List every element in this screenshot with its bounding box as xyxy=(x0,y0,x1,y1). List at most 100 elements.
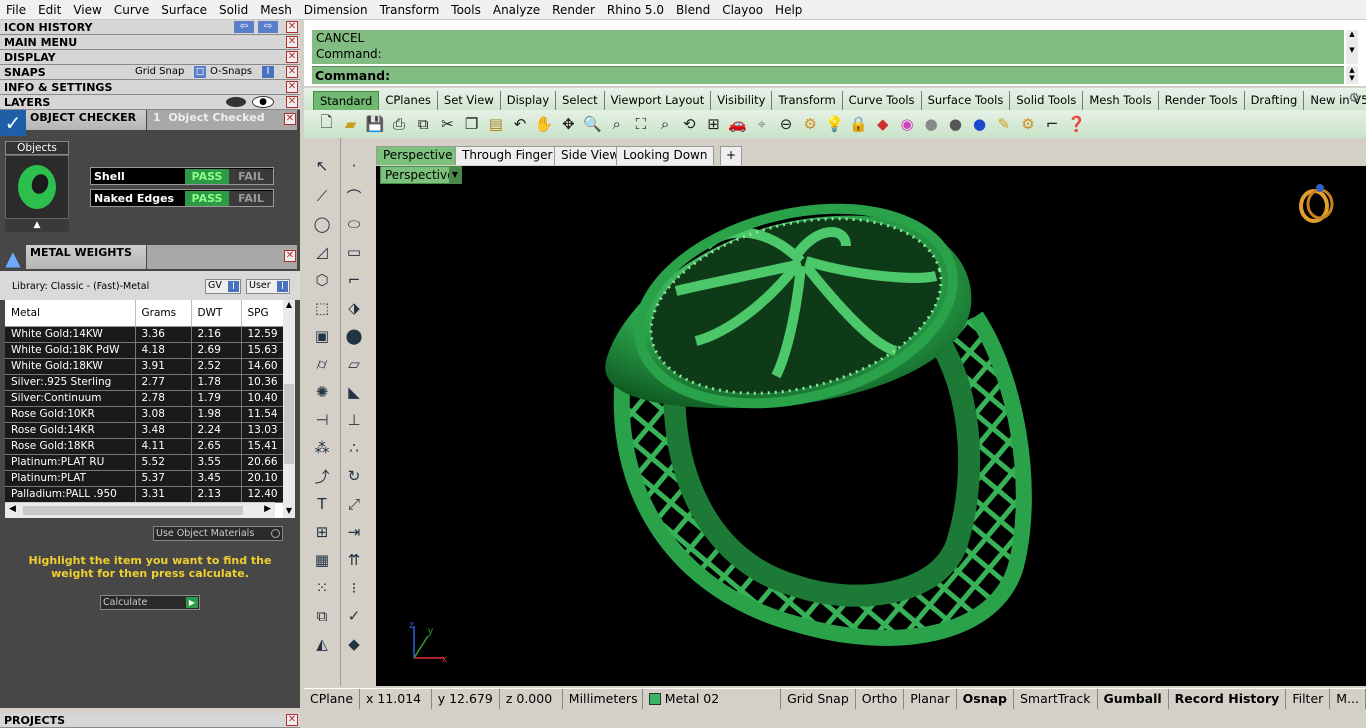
tab-viewport-layout[interactable]: Viewport Layout xyxy=(605,91,712,110)
box-icon[interactable]: ▣ xyxy=(310,324,334,348)
forward-arrow-icon[interactable]: ⇨ xyxy=(258,21,278,33)
layer-indicator[interactable]: Metal 02 xyxy=(643,688,782,709)
menu-view[interactable]: View xyxy=(67,3,107,17)
column-header-grams[interactable]: Grams xyxy=(135,300,192,327)
check-icon[interactable]: ✓ xyxy=(342,604,366,628)
close-icon[interactable]: ✕ xyxy=(286,96,298,108)
table-row[interactable]: Silver:.925 Sterling 2.77 1.78 10.36 xyxy=(5,374,284,391)
section-layers[interactable]: LAYERS ● ✕ xyxy=(0,95,300,110)
viewport-perspective[interactable]: Perspective ▼ x y z xyxy=(376,166,1366,686)
gem-icon[interactable]: ◆ xyxy=(342,632,366,656)
viewport-tab-through-finger[interactable]: Through Finger xyxy=(455,146,560,165)
cplane-indicator[interactable]: CPlane xyxy=(304,688,361,709)
explode-icon[interactable]: ✺ xyxy=(310,380,334,404)
rotate-view-icon[interactable]: ⟲ xyxy=(679,114,700,135)
flow-icon[interactable]: ⁝ xyxy=(342,576,366,600)
layer-off-icon[interactable] xyxy=(226,97,246,107)
polygon-icon[interactable]: ⬡ xyxy=(310,268,334,292)
menu-file[interactable]: File xyxy=(0,3,32,17)
command-spinner[interactable]: ▲ ▼ xyxy=(1346,66,1358,84)
table-hscrollbar[interactable]: ◀ ▶ xyxy=(5,502,275,518)
cylinder-icon[interactable]: ⌭ xyxy=(310,352,334,376)
tab-cplanes[interactable]: CPlanes xyxy=(379,91,438,110)
settings-gear-icon[interactable]: ⚙ xyxy=(1348,91,1360,106)
open-icon[interactable]: ▰ xyxy=(340,114,361,135)
tab-visibility[interactable]: Visibility xyxy=(711,91,773,110)
material-icon[interactable]: ● xyxy=(921,114,942,135)
cut-icon[interactable]: ✂ xyxy=(437,114,458,135)
tab-solid-tools[interactable]: Solid Tools xyxy=(1010,91,1084,110)
curve-icon[interactable]: ⌒ xyxy=(342,184,366,208)
table-row[interactable]: Platinum:PLAT 5.37 3.45 20.10 xyxy=(5,470,284,487)
menu-help[interactable]: Help xyxy=(769,3,808,17)
section-info-settings[interactable]: INFO & SETTINGS ✕ xyxy=(0,80,300,95)
menu-dimension[interactable]: Dimension xyxy=(298,3,374,17)
tab-render-tools[interactable]: Render Tools xyxy=(1159,91,1245,110)
gv-toggle[interactable]: GV I xyxy=(205,279,241,294)
block-icon[interactable]: ▦ xyxy=(310,548,334,572)
text-icon[interactable]: T xyxy=(310,492,334,516)
brush-icon[interactable]: ✎ xyxy=(993,114,1014,135)
menu-curve[interactable]: Curve xyxy=(108,3,155,17)
close-icon[interactable]: ✕ xyxy=(286,21,298,33)
trim-icon[interactable]: ⊣ xyxy=(310,408,334,432)
close-icon[interactable]: ✕ xyxy=(284,250,296,262)
tab-transform[interactable]: Transform xyxy=(772,91,843,110)
menu-tools[interactable]: Tools xyxy=(445,3,487,17)
menu-mesh[interactable]: Mesh xyxy=(254,3,298,17)
light-icon[interactable]: 💡 xyxy=(824,114,845,135)
ungroup-icon[interactable]: ∴ xyxy=(342,436,366,460)
table-row[interactable]: Rose Gold:18KR 4.11 2.65 15.41 xyxy=(5,438,284,455)
import-icon[interactable]: ⧉ xyxy=(413,114,434,135)
section-snaps[interactable]: SNAPS Grid Snap ◻ O-Snaps I ✕ xyxy=(0,65,300,80)
tab-curve-tools[interactable]: Curve Tools xyxy=(843,91,922,110)
move-up-icon[interactable]: ⇈ xyxy=(342,548,366,572)
grid-icon[interactable]: ⊖ xyxy=(776,114,797,135)
extend-icon[interactable]: ⬗ xyxy=(342,296,366,320)
rendered-ring-icon[interactable] xyxy=(1296,180,1336,224)
tab-set-view[interactable]: Set View xyxy=(438,91,501,110)
mirror-icon[interactable]: ⇥ xyxy=(342,520,366,544)
menu-edit[interactable]: Edit xyxy=(32,3,67,17)
close-icon[interactable]: ✕ xyxy=(286,66,298,78)
scroll-right-icon[interactable]: ▶ xyxy=(264,504,271,514)
table-row[interactable]: White Gold:14KW 3.36 2.16 12.59 xyxy=(5,326,284,343)
history-scrollbar[interactable]: ▲ ▼ xyxy=(1346,30,1358,64)
grid-array-icon[interactable]: ⁙ xyxy=(310,576,334,600)
column-header-dwt[interactable]: DWT xyxy=(191,300,242,327)
close-icon[interactable]: ✕ xyxy=(286,51,298,63)
status-toggle-smarttrack[interactable]: SmartTrack xyxy=(1014,688,1098,709)
gear-cplane-icon[interactable]: ⚙ xyxy=(800,114,821,135)
camera-icon[interactable]: ⌖ xyxy=(751,114,772,135)
settings-icon[interactable]: ⚙ xyxy=(1017,114,1038,135)
render-sphere-icon[interactable]: ● xyxy=(945,114,966,135)
section-display[interactable]: DISPLAY ✕ xyxy=(0,50,300,65)
tab-display[interactable]: Display xyxy=(501,91,557,110)
table-row[interactable]: Silver:Continuum 2.78 1.79 10.40 xyxy=(5,390,284,407)
close-icon[interactable]: ✕ xyxy=(286,36,298,48)
undo-icon[interactable]: ↶ xyxy=(510,114,531,135)
tab-select[interactable]: Select xyxy=(556,91,605,110)
car-icon[interactable]: 🚗 xyxy=(727,114,748,135)
lock-icon[interactable]: 🔒 xyxy=(848,114,869,135)
status-toggle-planar[interactable]: Planar xyxy=(904,688,957,709)
fillet-icon[interactable]: ⌐ xyxy=(342,268,366,292)
command-line[interactable]: Command: xyxy=(312,66,1344,84)
tab-surface-tools[interactable]: Surface Tools xyxy=(922,91,1011,110)
status-toggle-grid-snap[interactable]: Grid Snap xyxy=(781,688,856,709)
scroll-thumb[interactable] xyxy=(284,384,294,464)
copy-icon[interactable]: ❐ xyxy=(461,114,482,135)
object-thumbnail[interactable] xyxy=(5,155,69,219)
menu-blend[interactable]: Blend xyxy=(670,3,716,17)
table-scrollbar[interactable]: ▲ ▼ xyxy=(283,300,295,518)
point-icon[interactable]: · xyxy=(342,154,366,178)
status-toggle-m[interactable]: M... xyxy=(1330,688,1366,709)
sweep-icon[interactable]: ⧉ xyxy=(310,604,334,628)
status-toggle-record-history[interactable]: Record History xyxy=(1169,688,1287,709)
osnap-icon[interactable]: ◻ xyxy=(194,66,206,78)
section-icon-history[interactable]: ICON HISTORY ⇦ ⇨ ✕ xyxy=(0,20,300,35)
units-indicator[interactable]: Millimeters xyxy=(563,688,643,709)
objects-tab[interactable]: Objects xyxy=(5,141,69,155)
column-header-metal[interactable]: Metal xyxy=(5,300,136,327)
expand-up-icon[interactable]: ▲ xyxy=(5,219,69,232)
